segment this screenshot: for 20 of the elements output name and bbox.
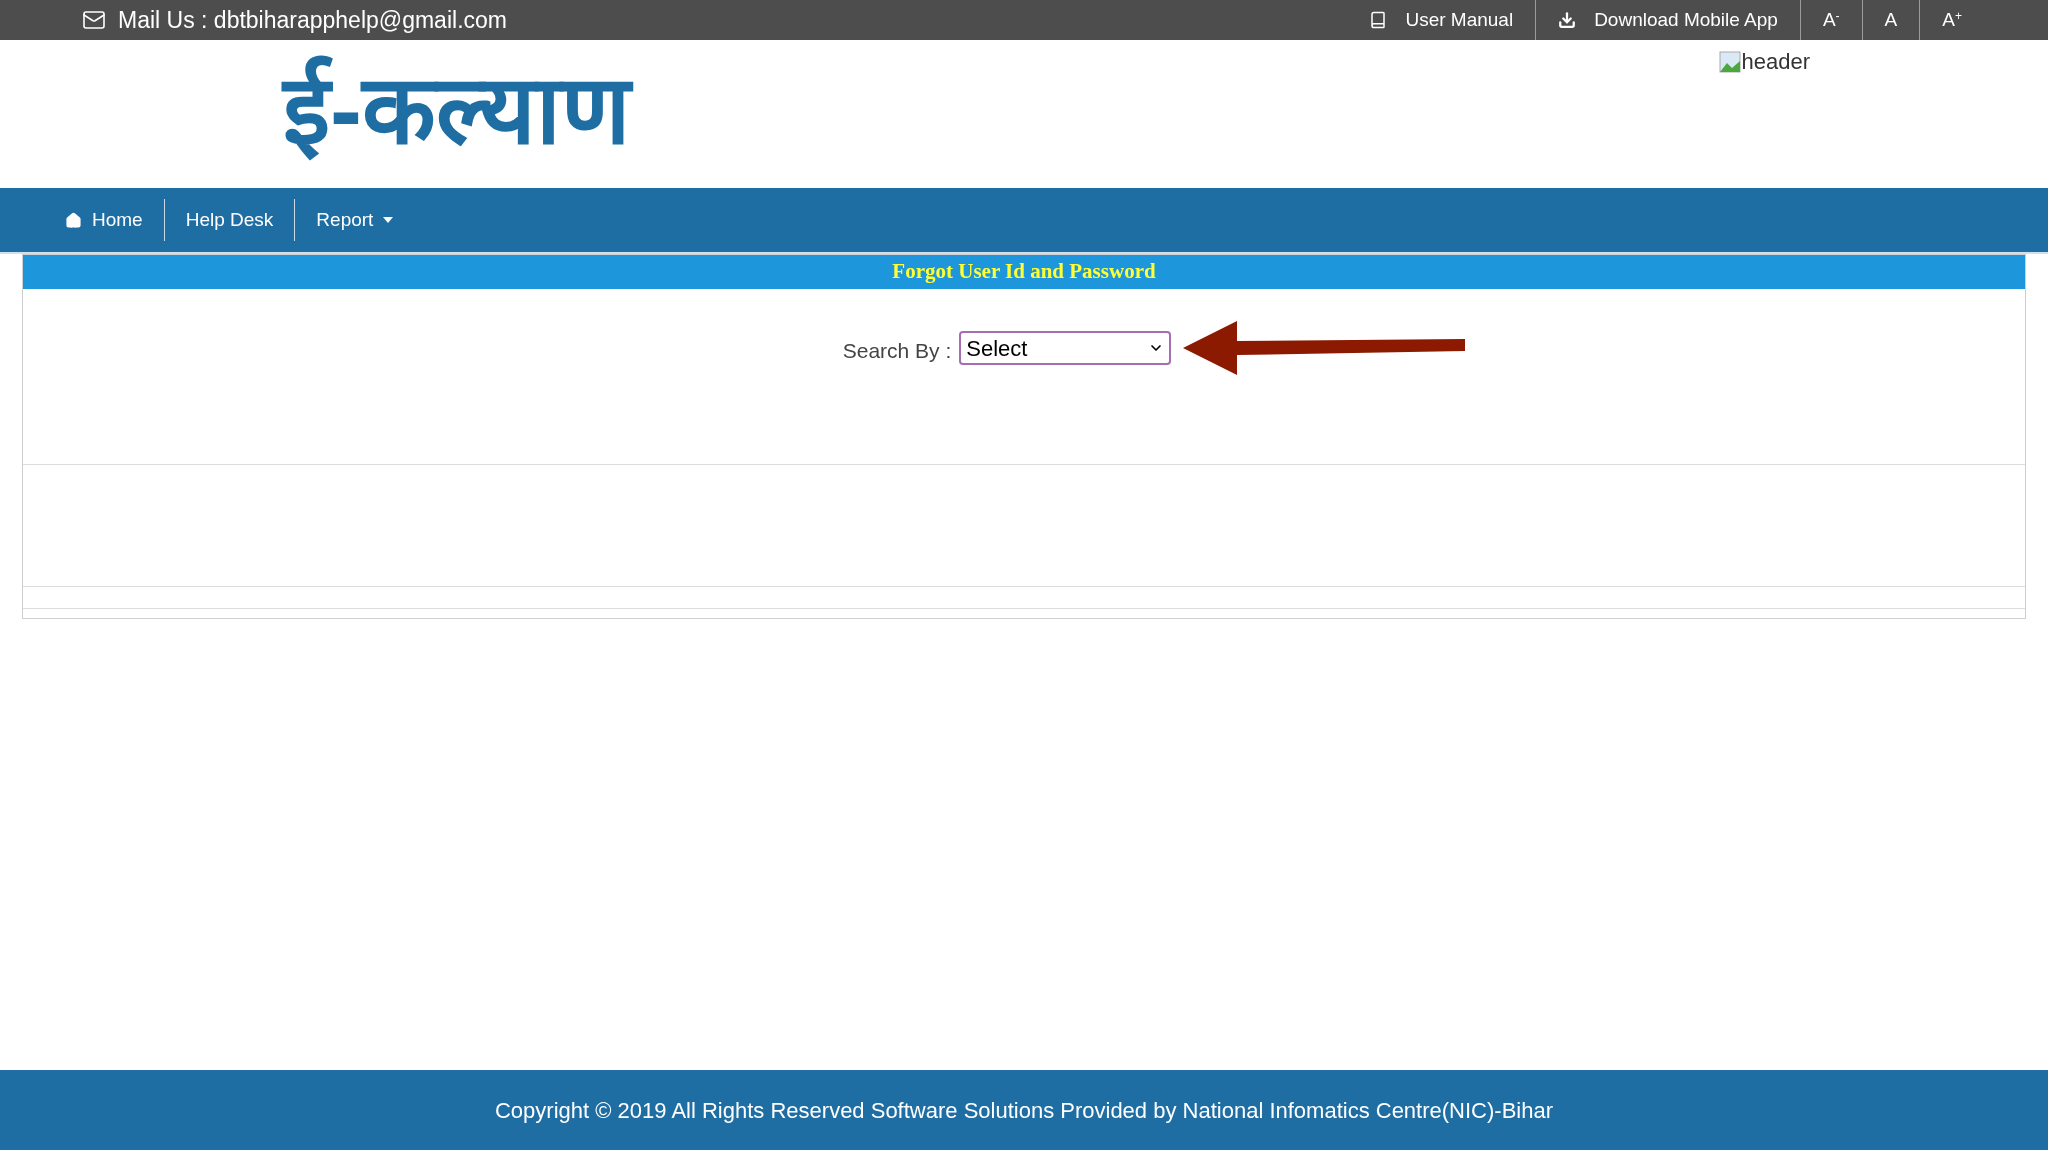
top-link[interactable]: User Manual bbox=[1347, 0, 1537, 40]
nav-item[interactable]: Help Desk bbox=[164, 199, 296, 241]
mail-text: Mail Us : dbtbiharapphelp@gmail.com bbox=[118, 5, 507, 35]
search-select[interactable]: Select bbox=[959, 331, 1172, 365]
font-size-button[interactable]: A$^{+}$ bbox=[1920, 0, 1984, 40]
nav-item[interactable]: Report bbox=[295, 199, 415, 241]
nav-item[interactable]: Home bbox=[44, 199, 165, 241]
font-size-button[interactable]: A bbox=[1862, 0, 1921, 40]
top-link[interactable]: Download Mobile App bbox=[1536, 0, 1801, 40]
book-icon bbox=[1369, 11, 1388, 29]
home-icon bbox=[65, 211, 82, 229]
caret-icon bbox=[383, 217, 394, 223]
font-size-button[interactable]: A$^{-}$ bbox=[1800, 0, 1863, 40]
image-alt-text: header bbox=[1741, 48, 1810, 76]
footer: Copyright © 2019 All Rights Reserved Software Solutions Provided by National Infomatics Centre(NIC)-Bihar bbox=[0, 1070, 2048, 1150]
form-title: Forgot User Id and Password bbox=[23, 255, 2025, 289]
search-label: Search By : bbox=[842, 338, 952, 364]
broken-image-icon bbox=[1719, 50, 1742, 73]
download-icon bbox=[1558, 11, 1577, 29]
mail-icon bbox=[82, 8, 106, 32]
